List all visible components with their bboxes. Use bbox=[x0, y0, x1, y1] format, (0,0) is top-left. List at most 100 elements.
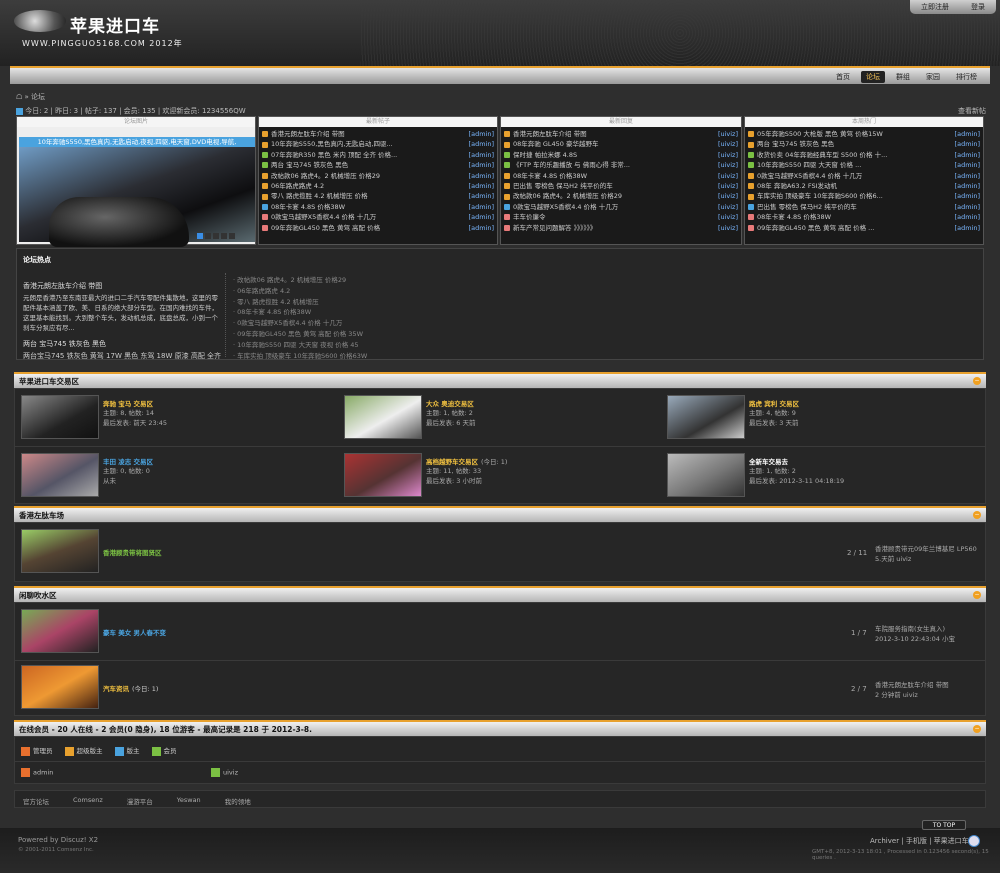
home-icon[interactable]: ☖ bbox=[16, 93, 22, 101]
post-title[interactable]: 保时捷 帕拉米娜 4.8S bbox=[513, 150, 716, 160]
slide-dot-2[interactable] bbox=[205, 233, 211, 239]
nav-ranking[interactable]: 排行榜 bbox=[951, 71, 982, 83]
hot-list-item[interactable]: · 0款宝马越野X5香槟4.4 价格 十几万 bbox=[233, 318, 367, 329]
post-title[interactable]: 06年路虎路虎 4.2 bbox=[271, 181, 467, 191]
post-title[interactable]: 08年 奔驰A63.2 FSI发动机 bbox=[757, 181, 953, 191]
forum-thumbnail[interactable] bbox=[21, 395, 99, 439]
hot-list-item[interactable]: · 08年卡宴 4.8S 价格38W bbox=[233, 307, 367, 318]
list-item[interactable]: 保时捷 帕拉米娜 4.8S [uiviz] bbox=[504, 150, 738, 160]
slide-image[interactable] bbox=[19, 147, 255, 247]
post-author[interactable]: [admin] bbox=[955, 212, 980, 222]
breadcrumb-forum[interactable]: » 论坛 bbox=[25, 93, 46, 101]
forum-name[interactable]: 全新车交易去 bbox=[749, 456, 788, 466]
post-title[interactable]: 0款宝马越野X5香槟4.4 价格 十几万 bbox=[757, 171, 953, 181]
forum-thumbnail[interactable] bbox=[344, 453, 422, 497]
post-title[interactable]: 香港元朗左肽车介绍 带图 bbox=[513, 129, 716, 139]
post-author[interactable]: [uiviz] bbox=[718, 191, 738, 201]
forum-thumbnail[interactable] bbox=[21, 529, 99, 573]
hot-list-item[interactable]: · 改帖款06 路虎4。2 机械增压 价格29 bbox=[233, 275, 367, 286]
forum-thumbnail[interactable] bbox=[21, 609, 99, 653]
post-author[interactable]: [admin] bbox=[955, 150, 980, 160]
post-author[interactable]: [admin] bbox=[955, 191, 980, 201]
online-user[interactable]: admin bbox=[21, 768, 53, 777]
forum-thumbnail[interactable] bbox=[344, 395, 422, 439]
list-item[interactable]: 09年奔驰GL450 黑色 黄驾 高配 价格 [admin] bbox=[262, 223, 494, 233]
forum-name-text[interactable]: 汽车资讯 bbox=[103, 685, 129, 693]
post-author[interactable]: [admin] bbox=[469, 191, 494, 201]
forum-name[interactable]: 汽车资讯 (今日: 1) bbox=[103, 683, 158, 693]
powered-by[interactable]: Powered by Discuz! X2 bbox=[18, 836, 98, 844]
post-author[interactable]: [uiviz] bbox=[718, 202, 738, 212]
friend-link[interactable]: 官方论坛 bbox=[23, 796, 49, 806]
post-author[interactable]: [uiviz] bbox=[718, 181, 738, 191]
forum-thumbnail[interactable] bbox=[21, 665, 99, 709]
forum-thumbnail[interactable] bbox=[21, 453, 99, 497]
forum-name[interactable]: 丰田 凌志 交易区 bbox=[103, 456, 153, 466]
post-title[interactable]: 两台 宝马745 铁灰色 黑色 bbox=[757, 139, 953, 149]
list-item[interactable]: 两台 宝马745 铁灰色 黑色 [admin] bbox=[262, 160, 494, 170]
list-item[interactable]: 改帖款06 路虎4。2 机械增压 价格29 [uiviz] bbox=[504, 191, 738, 201]
forum-name-text[interactable]: 全新车交易去 bbox=[749, 458, 788, 466]
post-author[interactable]: [uiviz] bbox=[718, 212, 738, 222]
list-item[interactable]: 0款宝马越野X5香槟4.4 价格 十几万 [admin] bbox=[262, 212, 494, 222]
slide-caption[interactable]: 10年奔驰S550,黑色真内,无匙启动,夜视,四驱,电天窗,DVD电视,导航, bbox=[19, 137, 255, 147]
post-author[interactable]: [admin] bbox=[469, 139, 494, 149]
forum-name-text[interactable]: 丰田 凌志 交易区 bbox=[103, 458, 153, 466]
to-top-button[interactable]: TO TOP bbox=[922, 820, 966, 830]
collapse-icon[interactable]: − bbox=[973, 377, 981, 385]
list-item[interactable]: 08年卡宴 4.8S 价格38W [admin] bbox=[748, 212, 980, 222]
list-item[interactable]: 07年奔驰R350 黑色 米内 顶配 全齐 价格... [admin] bbox=[262, 150, 494, 160]
post-author[interactable]: [admin] bbox=[469, 150, 494, 160]
post-author[interactable]: [uiviz] bbox=[718, 160, 738, 170]
post-author[interactable]: [admin] bbox=[469, 212, 494, 222]
post-title[interactable]: 09年奔驰GL450 黑色 黄驾 高配 价格 ... bbox=[757, 223, 953, 233]
post-title[interactable]: 05年奔驰S500 大枪版 黑色 黄驾 价格15W bbox=[757, 129, 953, 139]
post-title[interactable]: 《FTP 车的乐趣播放 与 佛雨心得 非常... bbox=[513, 160, 716, 170]
forum-name[interactable]: 路虎 宾利 交易区 bbox=[749, 398, 799, 408]
post-title[interactable]: 丰车价廉令 bbox=[513, 212, 716, 222]
post-title[interactable]: 新车产常见问题解答 》》》》》》 bbox=[513, 223, 716, 233]
post-author[interactable]: [uiviz] bbox=[718, 129, 738, 139]
post-author[interactable]: [admin] bbox=[955, 181, 980, 191]
post-author[interactable]: [admin] bbox=[955, 171, 980, 181]
post-author[interactable]: [uiviz] bbox=[718, 139, 738, 149]
forum-name[interactable]: 高档越野车交易区 (今日: 1) bbox=[426, 456, 507, 466]
hot-list-item[interactable]: · 零八 路虎揽胜 4.2 机械增压 bbox=[233, 297, 367, 308]
post-author[interactable]: [admin] bbox=[469, 129, 494, 139]
post-title[interactable]: 10年奔驰S550 四驱 大天窗 价格 ... bbox=[757, 160, 953, 170]
list-item[interactable]: 10年奔驰S550,黑色真内,无匙启动,四驱... [admin] bbox=[262, 139, 494, 149]
post-title[interactable]: 巴出售 零榜色 保马H2 纯平价的车 bbox=[757, 202, 953, 212]
post-title[interactable]: 08年卡宴 4.8S 价格38W bbox=[271, 202, 467, 212]
post-title[interactable]: 改帖款06 路虎4。2 机械增压 价格29 bbox=[513, 191, 716, 201]
hot-list-item[interactable]: · 车库实拍 顶级豪车 10年奔驰S600 价格63W bbox=[233, 351, 367, 362]
list-item[interactable]: 0款宝马越野X5香槟4.4 价格 十几万 [admin] bbox=[748, 171, 980, 181]
post-author[interactable]: [admin] bbox=[955, 160, 980, 170]
post-title[interactable]: 0款宝马越野X5香槟4.4 价格 十几万 bbox=[513, 202, 716, 212]
list-item[interactable]: 08年卡宴 4.8S 价格38W [uiviz] bbox=[504, 171, 738, 181]
image-slideshow[interactable]: 论坛图片 10年奔驰S550,黑色真内,无匙启动,夜视,四驱,电天窗,DVD电视… bbox=[16, 116, 256, 247]
friend-link[interactable]: Yeswan bbox=[177, 796, 201, 804]
forum-last-title[interactable]: 车院服务指南(女生真入) bbox=[875, 624, 945, 634]
forum-thumbnail[interactable] bbox=[667, 453, 745, 497]
slide-dot-1[interactable] bbox=[197, 233, 203, 239]
post-title[interactable]: 09年奔驰GL450 黑色 黄驾 高配 价格 bbox=[271, 223, 467, 233]
hot-list-item[interactable]: · 10年奔驰S550 四驱 大天窗 夜视 价格 45 bbox=[233, 340, 367, 351]
slide-dot-4[interactable] bbox=[221, 233, 227, 239]
hot-list-item[interactable]: · 06年路虎路虎 4.2 bbox=[233, 286, 367, 297]
post-title[interactable]: 08年奔驰 GL450 豪华越野车 bbox=[513, 139, 716, 149]
forum-name-text[interactable]: 高档越野车交易区 bbox=[426, 458, 478, 466]
register-link[interactable]: 立即注册 bbox=[921, 2, 949, 12]
post-author[interactable]: [admin] bbox=[469, 181, 494, 191]
hot-lead-title[interactable]: 香港元朗左肽车介绍 带图 bbox=[23, 281, 102, 291]
post-title[interactable]: 车库实拍 顶级豪车 10年奔驰S600 价格6... bbox=[757, 191, 953, 201]
forum-name-text[interactable]: 奔驰 宝马 交易区 bbox=[103, 400, 153, 408]
post-author[interactable]: [admin] bbox=[469, 160, 494, 170]
forum-name[interactable]: 香港顾贵带将图贤区 bbox=[103, 547, 162, 557]
post-title[interactable]: 巴出售 零榜色 保马H2 纯平价的车 bbox=[513, 181, 716, 191]
list-item[interactable]: 巴出售 零榜色 保马H2 纯平价的车 [uiviz] bbox=[504, 181, 738, 191]
forum-name-text[interactable]: 路虎 宾利 交易区 bbox=[749, 400, 799, 408]
post-author[interactable]: [admin] bbox=[955, 202, 980, 212]
list-item[interactable]: 香港元朗左肽车介绍 带图 [uiviz] bbox=[504, 129, 738, 139]
list-item[interactable]: 香港元朗左肽车介绍 带图 [admin] bbox=[262, 129, 494, 139]
post-author[interactable]: [uiviz] bbox=[718, 150, 738, 160]
